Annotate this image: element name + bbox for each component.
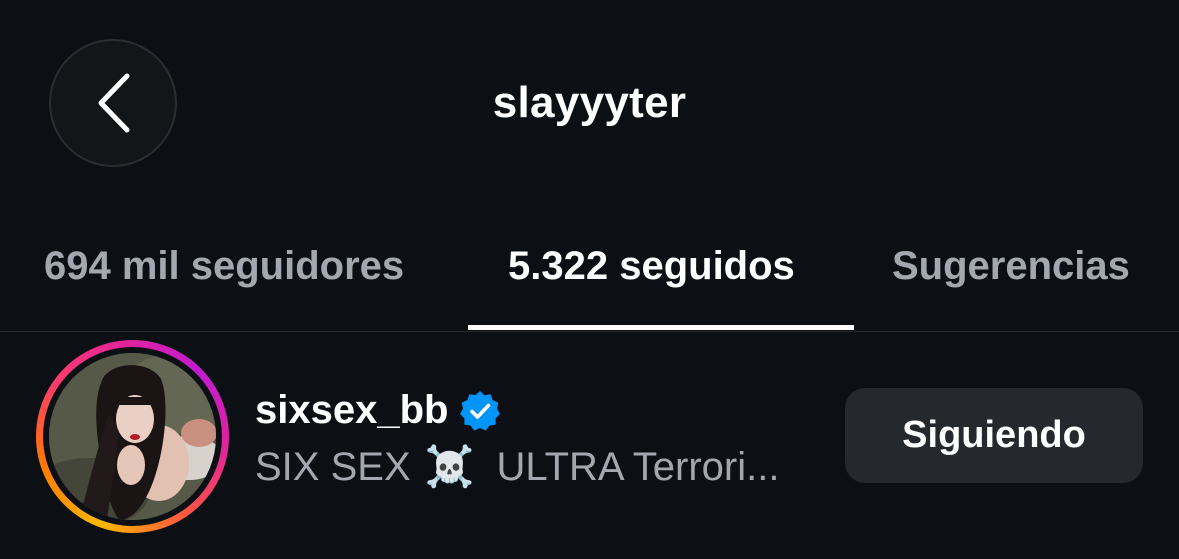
skull-crossbones-icon: ☠️	[424, 444, 475, 490]
following-button[interactable]: Siguiendo	[845, 388, 1143, 483]
avatar-image	[49, 353, 216, 520]
story-ring[interactable]	[36, 340, 229, 533]
tab-followers[interactable]: 694 mil seguidores	[44, 244, 404, 289]
tab-bar: 694 mil seguidores 5.322 seguidos Sugere…	[0, 220, 1179, 332]
page-title: slayyyter	[492, 78, 687, 127]
verified-badge-icon	[460, 390, 501, 431]
top-bar: slayyyter	[0, 0, 1179, 210]
active-tab-indicator	[468, 325, 854, 330]
list-item[interactable]: sixsex_bb SIX SEX ☠️ ULTRA Terrori... Sigu…	[0, 333, 1179, 559]
user-bio-preview: SIX SEX ☠️ ULTRA Terrori...	[255, 444, 780, 490]
tab-suggestions[interactable]: Sugerencias	[892, 244, 1130, 289]
avatar	[49, 353, 216, 520]
tab-following[interactable]: 5.322 seguidos	[508, 244, 795, 289]
username[interactable]: sixsex_bb	[255, 388, 448, 433]
